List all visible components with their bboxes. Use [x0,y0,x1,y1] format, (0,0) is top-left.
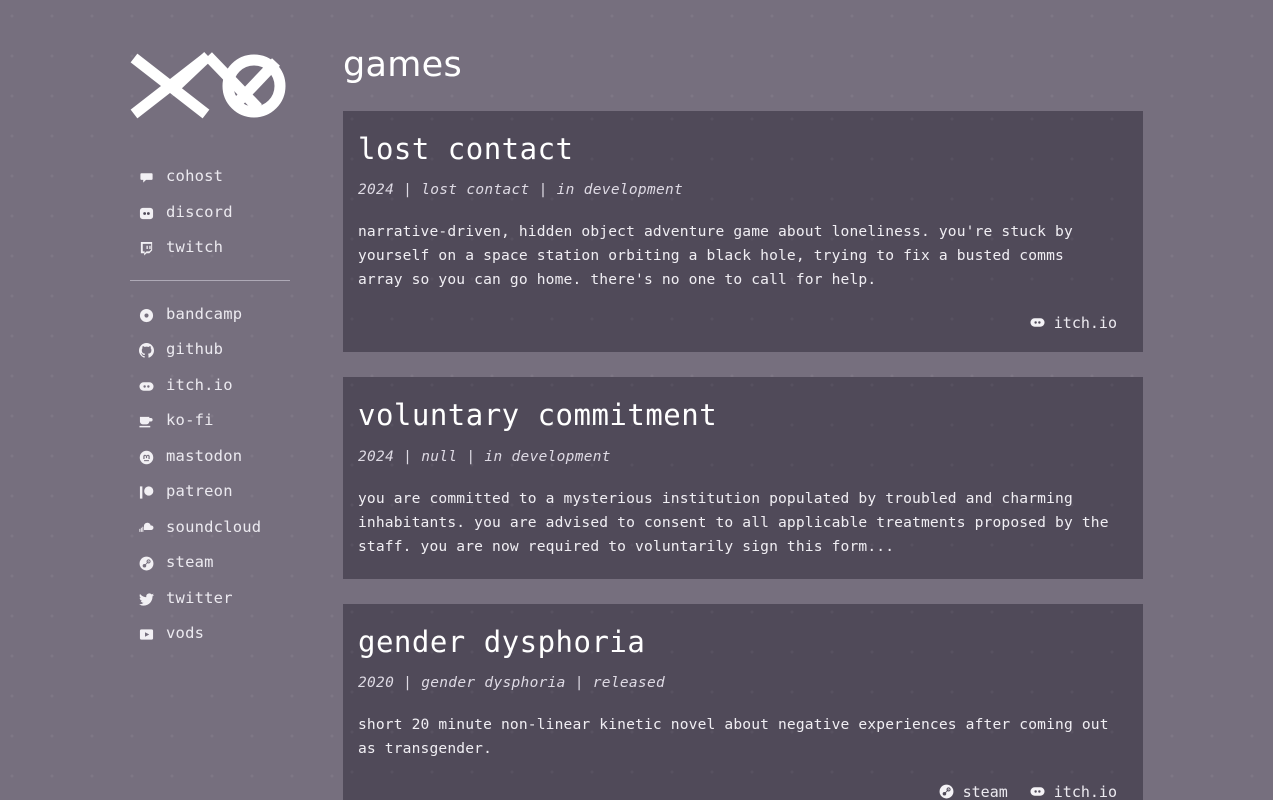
sidebar-item-label: github [166,340,224,358]
kofi-icon [138,413,155,430]
sidebar-item-label: vods [166,624,205,642]
game-card[interactable]: voluntary commitment 2024 | null | in de… [343,377,1143,579]
sidebar-item-discord[interactable]: discord [138,196,340,232]
page-root: cohost discord twitch bandcamp github it… [0,0,1273,800]
game-card[interactable]: lost contact 2024 | lost contact | in de… [343,111,1143,353]
game-link-steam[interactable]: steam [939,783,1008,800]
sidebar-item-label: twitch [166,238,224,256]
site-logo[interactable] [130,46,290,120]
steam-icon [138,555,155,572]
sidebar-item-label: bandcamp [166,304,243,323]
itchio-icon [1030,315,1046,331]
sidebar-item-patreon[interactable]: patreon [138,475,340,511]
sidebar-item-label: ko-fi [166,411,214,429]
sidebar-divider [130,279,290,281]
page-title: games [343,45,463,85]
sidebar-item-twitch[interactable]: twitch [138,231,340,267]
game-description: short 20 minute non-linear kinetic novel… [358,716,1109,758]
sidebar-item-mastodon[interactable]: mastodon [138,440,340,476]
twitch-icon [138,240,155,257]
vods-icon [138,626,155,643]
game-title: lost contact [358,132,574,166]
game-meta: 2024 | lost contact | in development [358,182,684,199]
game-link-itchio[interactable]: itch.io [1030,314,1117,332]
game-link-itchio[interactable]: itch.io [1030,783,1117,800]
sidebar-item-label: cohost [166,167,224,185]
sidebar-item-label: steam [166,553,214,571]
steam-icon [939,784,955,800]
game-title: gender dysphoria [358,624,646,659]
discord-icon [138,205,155,222]
game-link-label: itch.io [1053,313,1117,332]
sidebar-item-label: discord [166,202,233,221]
main-content: games lost contact 2024 | lost contact |… [340,0,1273,800]
sidebar-item-itchio[interactable]: itch.io [138,369,340,405]
sidebar-item-kofi[interactable]: ko-fi [138,404,340,440]
game-meta: 2024 | null | in development [358,448,611,465]
cohost-icon [138,169,155,186]
sidebar-item-label: itch.io [166,375,233,394]
bandcamp-icon [138,307,155,324]
game-link-label: itch.io [1053,782,1117,800]
game-link-label: steam [962,782,1008,800]
sidebar-item-label: soundcloud [166,517,262,536]
github-icon [138,342,155,359]
sidebar-group-platforms: bandcamp github itch.io ko-fi mastodon p… [138,298,340,653]
game-links: steam itch.io [358,782,1117,800]
sidebar-item-cohost[interactable]: cohost [138,160,340,196]
sidebar-item-steam[interactable]: steam [138,546,340,582]
sidebar-item-label: patreon [166,482,233,500]
game-meta: 2020 | gender dysphoria | released [358,675,666,692]
itchio-icon [1030,784,1046,800]
game-card[interactable]: gender dysphoria 2020 | gender dysphoria… [343,603,1143,800]
sidebar-item-github[interactable]: github [138,333,340,369]
sidebar-item-bandcamp[interactable]: bandcamp [138,298,340,334]
sidebar: cohost discord twitch bandcamp github it… [0,0,340,800]
patreon-icon [138,484,155,501]
sidebar-item-twitter[interactable]: twitter [138,582,340,618]
game-title: voluntary commitment [358,398,718,433]
twitter-icon [138,591,155,608]
game-links: itch.io [358,313,1117,332]
soundcloud-icon [138,520,155,537]
sidebar-group-social: cohost discord twitch [138,160,340,267]
sidebar-item-soundcloud[interactable]: soundcloud [138,511,340,547]
mastodon-icon [138,449,155,466]
game-description: narrative-driven, hidden object adventur… [358,223,1073,289]
sidebar-item-label: mastodon [166,446,243,465]
itchio-icon [138,378,155,395]
sidebar-item-label: twitter [166,588,233,607]
sidebar-item-vods[interactable]: vods [138,617,340,653]
game-description: you are committed to a mysterious instit… [358,489,1109,555]
